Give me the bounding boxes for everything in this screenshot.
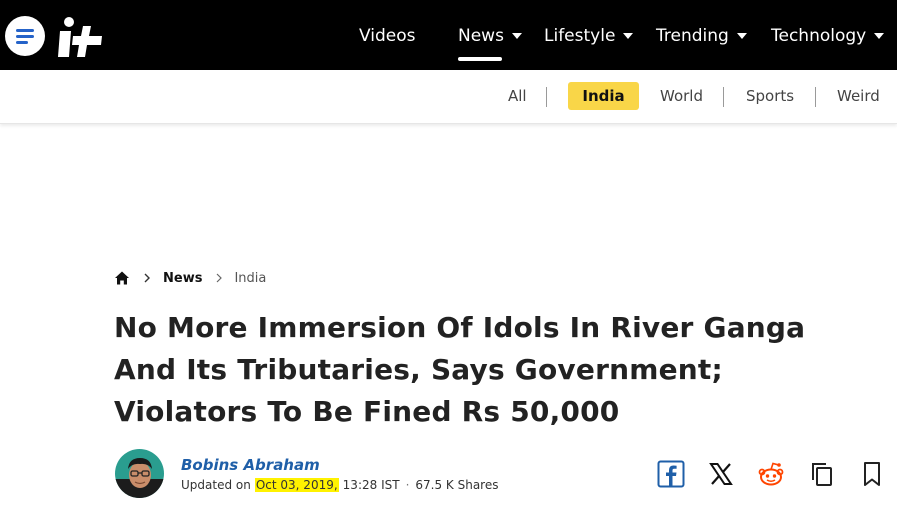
chevron-down-icon (623, 33, 634, 39)
divider (546, 87, 547, 107)
chevron-down-icon (874, 33, 885, 39)
active-nav-indicator (458, 57, 502, 61)
nav-trending[interactable]: Trending (656, 26, 747, 46)
subnav-item-world[interactable]: World (660, 87, 703, 105)
avatar-image (115, 449, 164, 498)
subnav-item-sports[interactable]: Sports (746, 87, 794, 105)
subnav-item-all[interactable]: All (508, 87, 527, 105)
bookmark-icon[interactable] (858, 460, 886, 488)
chevron-right-icon (144, 273, 150, 283)
headline-line: And Its Tributaries, Says Government; (114, 353, 723, 386)
menu-icon[interactable] (5, 16, 45, 56)
breadcrumb-current: India (234, 270, 267, 286)
breadcrumb-news[interactable]: News (163, 271, 202, 286)
author-name-link[interactable]: Bobins Abraham (181, 456, 320, 474)
breadcrumb: News India (114, 270, 266, 286)
reddit-icon[interactable] (757, 460, 785, 488)
site-logo[interactable] (56, 14, 104, 58)
nav-videos[interactable]: Videos (359, 26, 416, 46)
chevron-down-icon (736, 33, 747, 39)
x-icon[interactable] (707, 460, 735, 488)
chevron-down-icon (511, 33, 522, 39)
chevron-right-icon (217, 273, 223, 283)
updated-label: Updated on (181, 478, 251, 492)
article-meta: Updated on Oct 03, 2019, 13:28 IST · 67.… (181, 478, 499, 492)
sub-navigation: All India World Sports Weird (0, 70, 897, 124)
nav-lifestyle[interactable]: Lifestyle (544, 26, 634, 46)
article-headline: No More Immersion Of Idols In River Gang… (114, 307, 874, 433)
subnav-item-weird[interactable]: Weird (837, 87, 880, 105)
publish-time: 13:28 IST (342, 478, 400, 492)
publish-date: Oct 03, 2019, (254, 478, 339, 492)
home-icon[interactable] (114, 270, 130, 286)
headline-line: No More Immersion Of Idols In River Gang… (114, 311, 806, 344)
nav-news[interactable]: News (458, 26, 522, 46)
divider (815, 87, 816, 107)
divider (723, 87, 724, 107)
author-avatar[interactable] (115, 449, 164, 498)
headline-line: Violators To Be Fined Rs 50,000 (114, 395, 620, 428)
top-navigation-bar: Videos News Lifestyle Trending Technolog… (0, 0, 897, 70)
copy-icon[interactable] (808, 460, 836, 488)
meta-separator: · (405, 478, 410, 492)
share-count: 67.5 K Shares (415, 478, 499, 492)
subnav-item-india[interactable]: India (568, 82, 639, 110)
facebook-icon[interactable] (657, 460, 685, 488)
nav-technology[interactable]: Technology (771, 26, 885, 46)
